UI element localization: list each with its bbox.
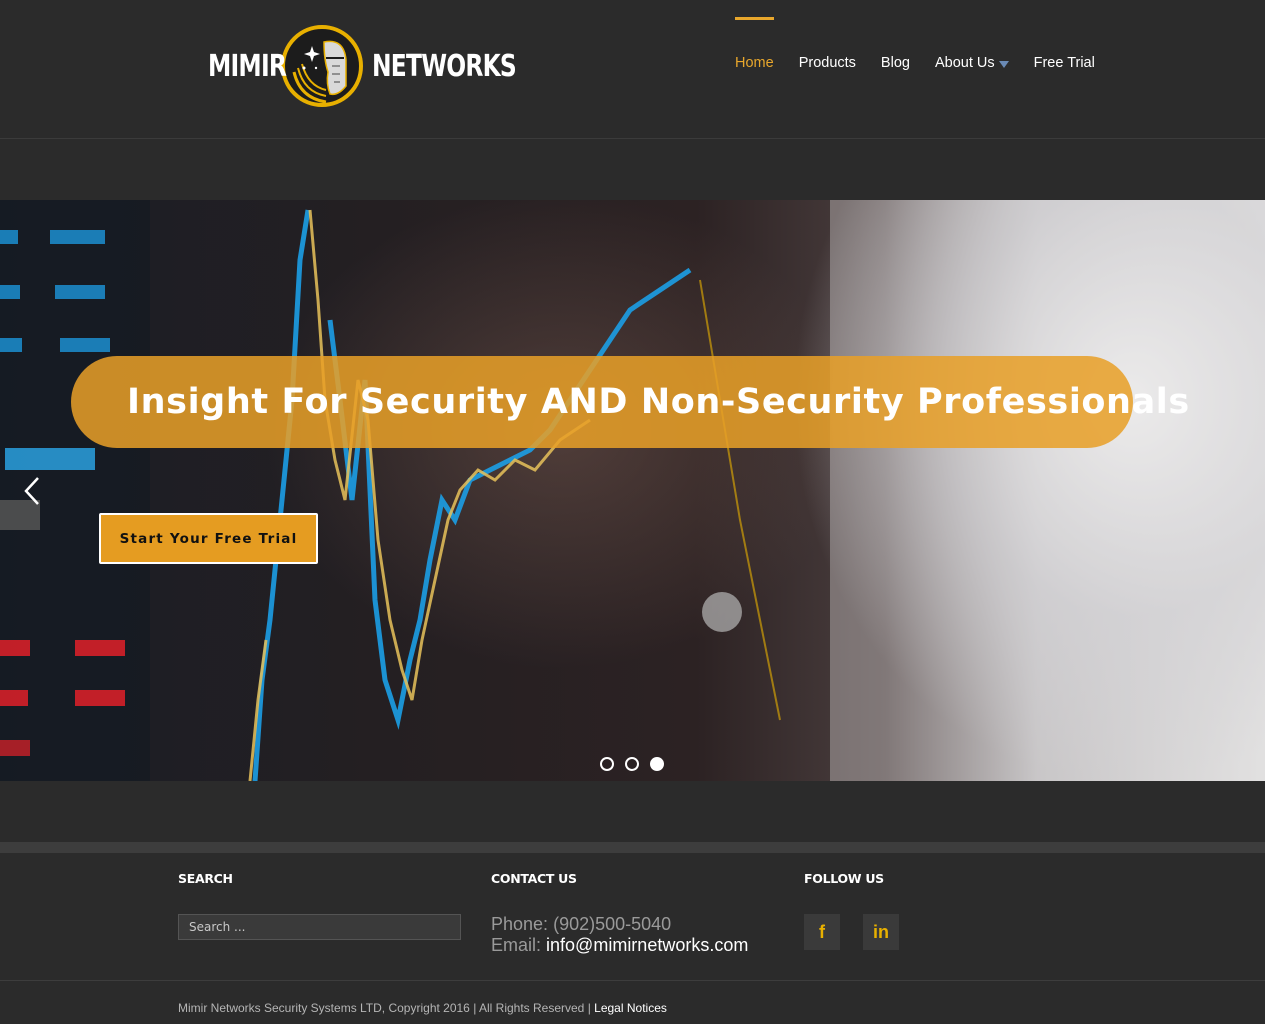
- hero-headline: Insight For Security AND Non-Security Pr…: [127, 382, 1190, 422]
- hero-headline-banner: Insight For Security AND Non-Security Pr…: [71, 356, 1189, 448]
- slider-dot-2[interactable]: [625, 757, 639, 771]
- contact-info: Phone: (902)500-5040 Email: info@mimirne…: [491, 914, 748, 956]
- phone-value: (902)500-5040: [553, 914, 672, 934]
- hero-background-image: [0, 200, 1265, 781]
- facebook-icon[interactable]: f: [804, 914, 840, 950]
- email-link[interactable]: info@mimirnetworks.com: [546, 935, 748, 955]
- footer-top-bar: [0, 842, 1265, 853]
- site-header: MIMIR NETWORKS Home Products Blog About …: [0, 0, 1265, 139]
- search-title: SEARCH: [178, 871, 233, 886]
- mimir-emblem-icon: [281, 25, 363, 107]
- logo-word-mimir: MIMIR: [208, 48, 287, 84]
- slider-dot-3[interactable]: [650, 757, 664, 771]
- contact-phone: Phone: (902)500-5040: [491, 914, 748, 935]
- footer-divider: [0, 980, 1265, 981]
- nav-label-blog: Blog: [880, 55, 910, 71]
- slider-prev-arrow-icon[interactable]: [22, 476, 42, 506]
- copyright-text: Mimir Networks Security Systems LTD, Cop…: [178, 1001, 591, 1015]
- nav-label-home: Home: [735, 55, 774, 71]
- nav-item-free-trial[interactable]: Free Trial: [1034, 0, 1095, 126]
- email-label: Email:: [491, 935, 542, 955]
- logo-word-networks: NETWORKS: [372, 48, 517, 84]
- search-input[interactable]: [178, 914, 461, 940]
- linkedin-icon[interactable]: in: [863, 914, 899, 950]
- logo[interactable]: MIMIR NETWORKS: [208, 22, 517, 110]
- copyright-line: Mimir Networks Security Systems LTD, Cop…: [178, 1001, 667, 1015]
- slider-dots: [600, 757, 664, 771]
- contact-email: Email: info@mimirnetworks.com: [491, 935, 748, 956]
- contact-title: CONTACT US: [491, 871, 577, 886]
- phone-label: Phone:: [491, 914, 549, 934]
- legal-notices-link[interactable]: Legal Notices: [594, 1001, 667, 1015]
- nav-label-free-trial: Free Trial: [1033, 55, 1095, 71]
- nav-item-blog[interactable]: Blog: [881, 0, 910, 126]
- nav-item-products[interactable]: Products: [799, 0, 856, 126]
- main-nav: Home Products Blog About Us Free Trial: [735, 0, 1120, 139]
- nav-item-about-us[interactable]: About Us: [935, 0, 1009, 126]
- hero-slider: Insight For Security AND Non-Security Pr…: [0, 200, 1265, 781]
- nav-item-home[interactable]: Home: [735, 0, 774, 126]
- caret-down-icon: [998, 60, 1009, 68]
- site-footer: SEARCH CONTACT US FOLLOW US Phone: (902)…: [0, 853, 1265, 1024]
- follow-title: FOLLOW US: [804, 871, 884, 886]
- slider-dot-1[interactable]: [600, 757, 614, 771]
- nav-label-products: Products: [798, 55, 856, 71]
- start-free-trial-button[interactable]: Start Your Free Trial: [99, 513, 318, 564]
- nav-label-about-us: About Us: [934, 55, 995, 71]
